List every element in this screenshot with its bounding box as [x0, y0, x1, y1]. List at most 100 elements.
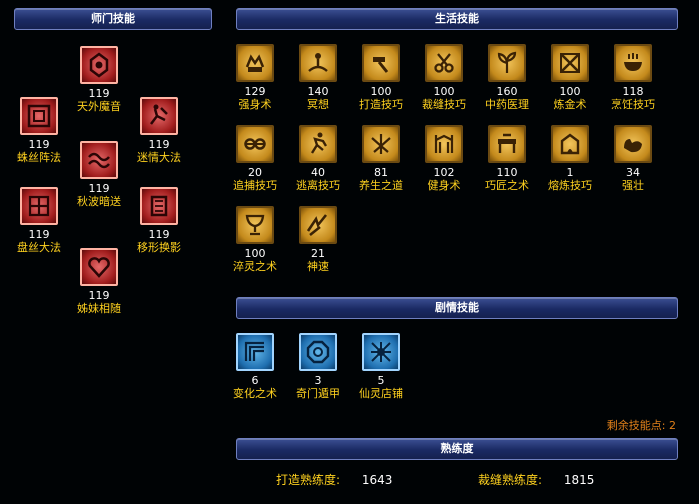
skill-name: 强壮: [622, 179, 644, 192]
shop-icon[interactable]: [362, 333, 400, 371]
heart-icon[interactable]: [80, 248, 118, 286]
skill-name: 巧匠之术: [485, 179, 529, 192]
life-skill[interactable]: 140 冥想: [286, 44, 350, 112]
skill-name: 奇门遁甲: [296, 387, 340, 400]
wave-eye-icon[interactable]: [80, 141, 118, 179]
sect-skill[interactable]: 119 蛛丝阵法: [7, 97, 71, 165]
sect-skill[interactable]: 119 姊妹相随: [67, 248, 131, 316]
sect-skill[interactable]: 119 迷情大法: [127, 97, 191, 165]
sect-skill[interactable]: 119 盘丝大法: [7, 187, 71, 255]
skill-level: 110: [496, 166, 518, 179]
life-skill[interactable]: 100 炼金术: [538, 44, 602, 112]
life-skills-header: 生活技能: [236, 8, 678, 30]
skill-name: 变化之术: [233, 387, 277, 400]
furnace-icon[interactable]: [551, 125, 589, 163]
skill-level: 6: [251, 374, 259, 387]
skill-name: 养生之道: [359, 179, 403, 192]
life-skill[interactable]: 100 打造技巧: [349, 44, 413, 112]
tailor-proficiency: 裁缝熟练度: 1815: [478, 471, 594, 488]
story-skill[interactable]: 6 变化之术: [223, 333, 287, 401]
sect-skill[interactable]: 119 移形换影: [127, 187, 191, 255]
skill-name: 神速: [307, 260, 329, 273]
skill-name: 移形换影: [137, 241, 181, 254]
life-skill[interactable]: 160 中药医理: [475, 44, 539, 112]
shackle-icon[interactable]: [236, 125, 274, 163]
life-skill[interactable]: 21 神速: [286, 206, 350, 274]
life-skill[interactable]: 102 健身术: [412, 125, 476, 193]
proficiency-header: 熟练度: [236, 438, 678, 460]
skill-name: 熔炼技巧: [548, 179, 592, 192]
life-skill[interactable]: 40 逃离技巧: [286, 125, 350, 193]
life-skill[interactable]: 100 淬灵之术: [223, 206, 287, 274]
life-skill[interactable]: 100 裁缝技巧: [412, 44, 476, 112]
skill-name: 追捕技巧: [233, 179, 277, 192]
speed-icon[interactable]: [299, 206, 337, 244]
skill-name: 姊妹相随: [77, 302, 121, 315]
skill-name: 盘丝大法: [17, 241, 61, 254]
skill-name: 裁缝技巧: [422, 98, 466, 111]
skill-name: 逃离技巧: [296, 179, 340, 192]
skill-name: 迷情大法: [137, 151, 181, 164]
meditation-icon[interactable]: [299, 44, 337, 82]
skill-name: 强身术: [238, 98, 272, 111]
running-icon[interactable]: [299, 125, 337, 163]
skill-level: 20: [248, 166, 262, 179]
skill-level: 40: [311, 166, 325, 179]
skill-level: 119: [148, 138, 170, 151]
sect-skill[interactable]: 119 天外魔音: [67, 46, 131, 114]
story-skill[interactable]: 5 仙灵店铺: [349, 333, 413, 401]
skill-level: 100: [370, 85, 392, 98]
life-skill[interactable]: 110 巧匠之术: [475, 125, 539, 193]
skill-level: 5: [377, 374, 385, 387]
skill-level: 100: [433, 85, 455, 98]
life-skill[interactable]: 118 烹饪技巧: [601, 44, 665, 112]
scissors-icon[interactable]: [425, 44, 463, 82]
workbench-icon[interactable]: [488, 125, 526, 163]
herb-icon[interactable]: [488, 44, 526, 82]
remaining-skill-points: 剩余技能点: 2: [606, 419, 676, 432]
life-skill[interactable]: 129 强身术: [223, 44, 287, 112]
skill-level: 3: [314, 374, 322, 387]
skill-level: 34: [626, 166, 640, 179]
life-skill[interactable]: 20 追捕技巧: [223, 125, 287, 193]
skill-name: 天外魔音: [77, 100, 121, 113]
gym-icon[interactable]: [425, 125, 463, 163]
life-skill[interactable]: 1 熔炼技巧: [538, 125, 602, 193]
skill-name: 冥想: [307, 98, 329, 111]
sect-skill[interactable]: 119 秋波暗送: [67, 141, 131, 209]
web-square-icon[interactable]: [20, 97, 58, 135]
bell-rune-icon[interactable]: [80, 46, 118, 84]
life-skill[interactable]: 34 强壮: [601, 125, 665, 193]
skill-level: 118: [622, 85, 644, 98]
transform-icon[interactable]: [236, 333, 274, 371]
chalice-icon[interactable]: [236, 206, 274, 244]
lotus-icon[interactable]: [362, 125, 400, 163]
shadow-shift-icon[interactable]: [140, 187, 178, 225]
skill-level: 119: [88, 289, 110, 302]
life-skill[interactable]: 81 养生之道: [349, 125, 413, 193]
muscle-icon[interactable]: [614, 125, 652, 163]
skill-level: 100: [559, 85, 581, 98]
hammer-icon[interactable]: [362, 44, 400, 82]
skill-level: 119: [148, 228, 170, 241]
cooking-pot-icon[interactable]: [614, 44, 652, 82]
skill-name: 淬灵之术: [233, 260, 277, 273]
octagon-icon[interactable]: [299, 333, 337, 371]
tailor-proficiency-value: 1815: [563, 473, 595, 487]
skill-level: 119: [88, 87, 110, 100]
silk-grid-icon[interactable]: [20, 187, 58, 225]
skill-name: 打造技巧: [359, 98, 403, 111]
skill-name: 蛛丝阵法: [17, 151, 61, 164]
alchemy-icon[interactable]: [551, 44, 589, 82]
fist-icon[interactable]: [236, 44, 274, 82]
skill-level: 1: [566, 166, 574, 179]
skill-level: 119: [28, 138, 50, 151]
forge-proficiency: 打造熟练度: 1643: [276, 471, 392, 488]
dancer-icon[interactable]: [140, 97, 178, 135]
skill-name: 烹饪技巧: [611, 98, 655, 111]
skill-name: 健身术: [427, 179, 461, 192]
forge-proficiency-label: 打造熟练度:: [276, 473, 341, 487]
story-skill[interactable]: 3 奇门遁甲: [286, 333, 350, 401]
skill-name: 炼金术: [553, 98, 587, 111]
skill-name: 中药医理: [485, 98, 529, 111]
